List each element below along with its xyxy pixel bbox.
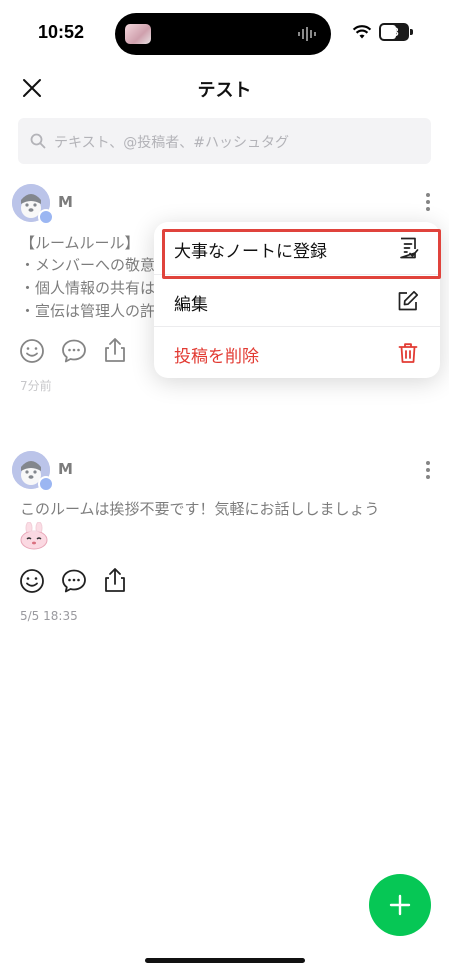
- menu-item-save-important-note[interactable]: 大事なノートに登録: [154, 222, 440, 274]
- wifi-icon: [352, 25, 372, 39]
- search-placeholder: テキスト、@投稿者、#ハッシュタグ: [54, 135, 290, 151]
- search-input[interactable]: テキスト、@投稿者、#ハッシュタグ: [18, 118, 431, 164]
- audio-wave-icon: [298, 27, 316, 41]
- now-playing-thumbnail: [125, 24, 151, 44]
- dynamic-island: [115, 13, 331, 55]
- status-bar: 10:52 53: [0, 0, 449, 66]
- header: テスト: [0, 66, 449, 110]
- menu-item-delete-post[interactable]: 投稿を削除: [154, 327, 440, 378]
- menu-item-label: 大事なノートに登録: [174, 242, 327, 262]
- menu-item-label: 投稿を削除: [174, 347, 259, 367]
- add-post-button[interactable]: [369, 874, 431, 936]
- share-icon[interactable]: [101, 566, 129, 594]
- post-context-menu: 大事なノートに登録 編集 投稿を削除: [154, 222, 440, 378]
- plus-icon: [389, 894, 411, 916]
- battery-tip: [410, 29, 413, 35]
- reaction-icon[interactable]: [18, 567, 46, 595]
- home-indicator[interactable]: [145, 958, 305, 963]
- battery-percent: 53: [385, 25, 399, 39]
- status-time: 10:52: [38, 22, 85, 42]
- menu-item-label: 編集: [174, 295, 208, 315]
- edit-icon: [398, 290, 419, 311]
- battery-icon: 53: [379, 23, 409, 41]
- page-title: テスト: [197, 80, 252, 101]
- post-timestamp: 5/5 18:35: [20, 609, 78, 623]
- note-check-icon: [400, 237, 419, 259]
- search-icon: [30, 133, 46, 149]
- trash-icon: [398, 343, 418, 363]
- comment-icon[interactable]: [60, 567, 88, 595]
- menu-item-edit[interactable]: 編集: [154, 275, 440, 327]
